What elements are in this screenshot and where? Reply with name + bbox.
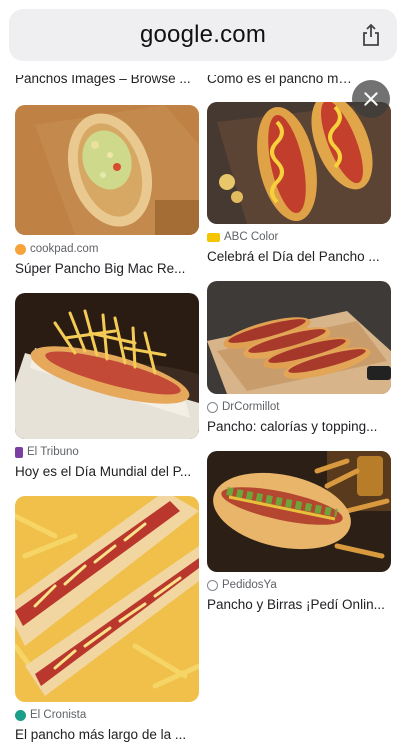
- globe-icon: [207, 401, 218, 413]
- result-source: PedidosYa: [207, 579, 277, 591]
- result-thumbnail[interactable]: [207, 281, 391, 394]
- cookpad-logo-icon: [15, 243, 26, 255]
- result-thumbnail[interactable]: [15, 293, 199, 439]
- result-title[interactable]: Pancho: calorías y topping...: [207, 419, 391, 434]
- url-text[interactable]: google.com: [9, 21, 397, 49]
- el-tribuno-logo-icon: [15, 446, 23, 458]
- result-thumbnail[interactable]: [15, 105, 199, 235]
- result-thumbnail[interactable]: [15, 496, 199, 702]
- address-bar[interactable]: google.com: [9, 9, 397, 61]
- globe-icon: [207, 579, 218, 591]
- browser-top-bar: google.com: [0, 0, 406, 75]
- share-icon[interactable]: [361, 23, 381, 47]
- result-thumbnail[interactable]: [207, 102, 391, 224]
- result-thumbnail[interactable]: [207, 451, 391, 572]
- result-title[interactable]: Súper Pancho Big Mac Re...: [15, 261, 199, 276]
- close-icon[interactable]: [352, 80, 390, 118]
- result-title[interactable]: Celebrá el Día del Pancho ...: [207, 249, 391, 264]
- abc-color-logo-icon: [207, 232, 220, 242]
- result-source: El Cronista: [15, 709, 86, 721]
- result-source: ABC Color: [207, 231, 278, 243]
- result-title[interactable]: El pancho más largo de la ...: [15, 727, 199, 742]
- result-source: El Tribuno: [15, 446, 79, 458]
- result-source: DrCormillot: [207, 401, 280, 413]
- result-source: cookpad.com: [15, 243, 98, 255]
- result-title[interactable]: Hoy es el Día Mundial del P...: [15, 464, 199, 479]
- result-title[interactable]: Pancho y Birras ¡Pedí Onlin...: [207, 597, 391, 612]
- el-cronista-logo-icon: [15, 709, 26, 721]
